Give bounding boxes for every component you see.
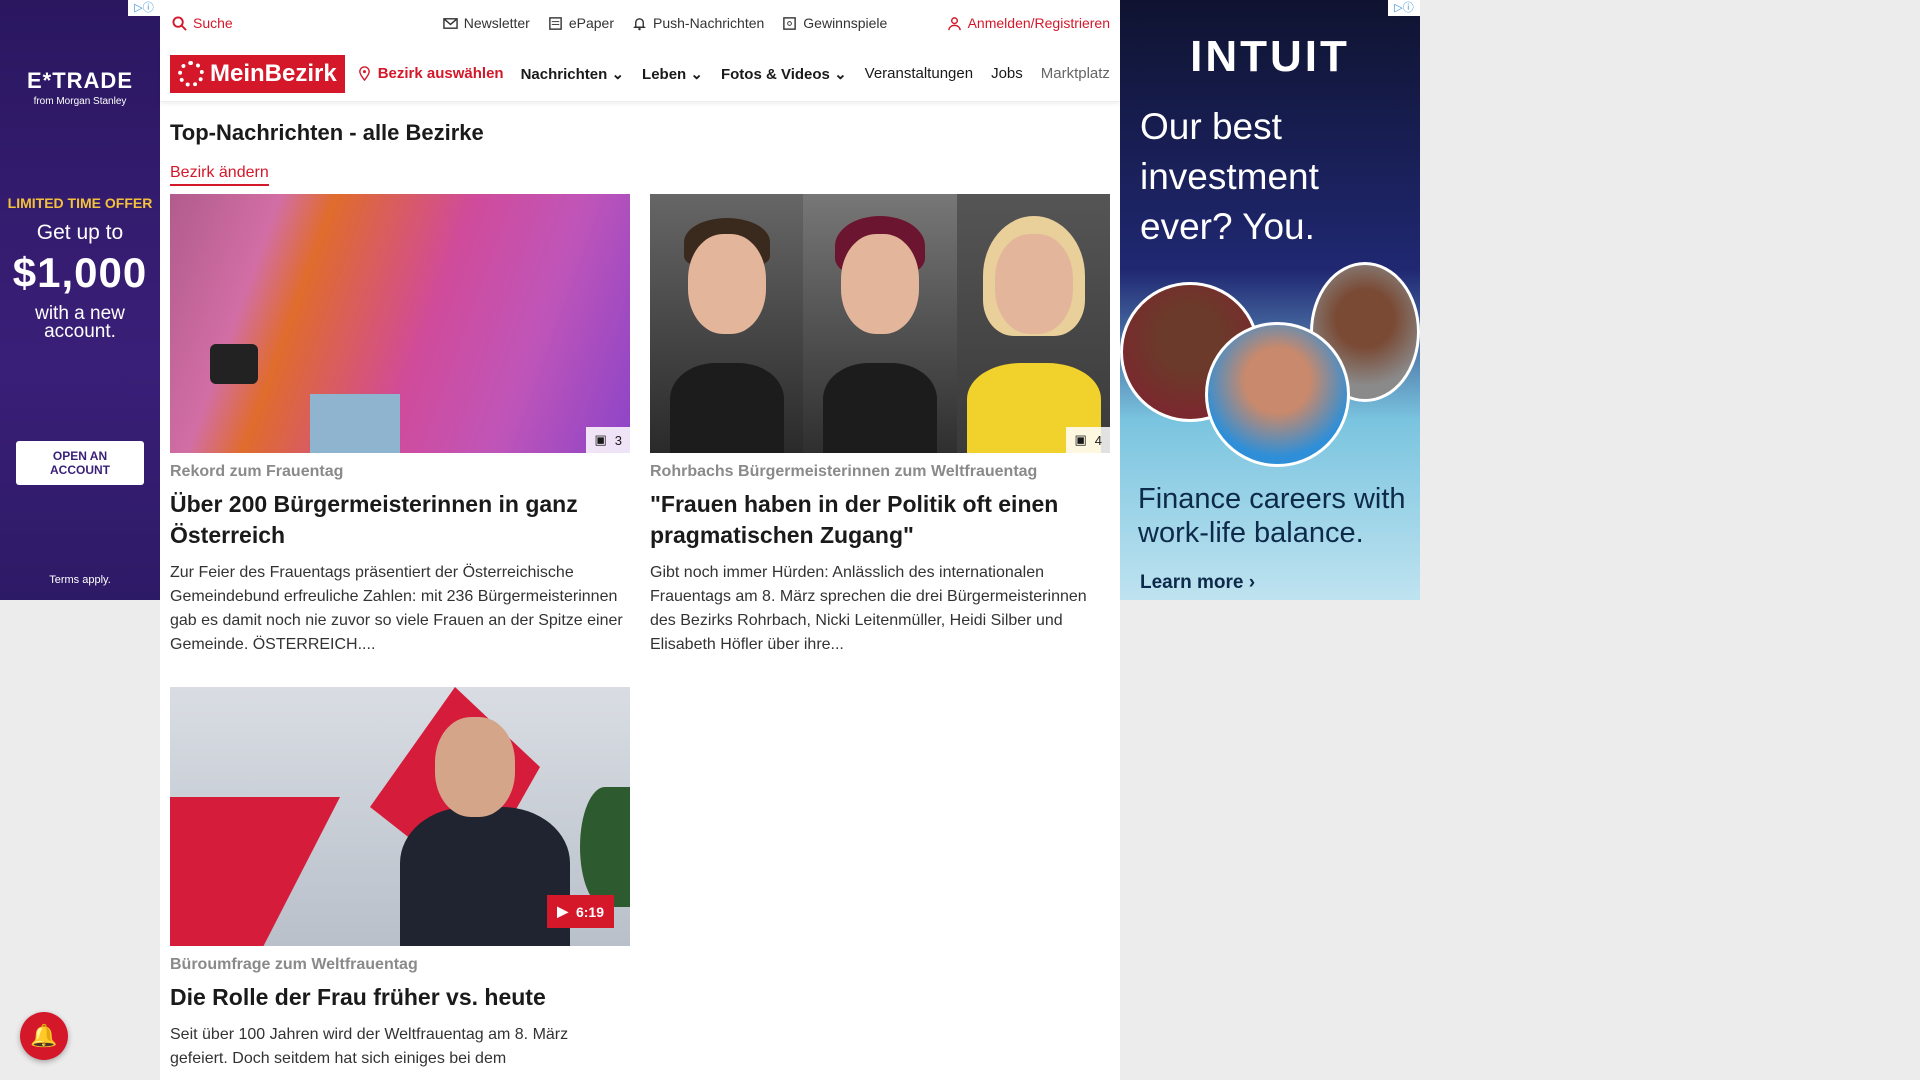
- login-link[interactable]: Anmelden/Registrieren: [947, 15, 1110, 31]
- article-headline[interactable]: Die Rolle der Frau früher vs. heute: [170, 982, 630, 1013]
- ad-terms: Terms apply.: [49, 574, 111, 586]
- nav-label: Nachrichten: [520, 65, 608, 83]
- gewinnspiele-label: Gewinnspiele: [803, 15, 888, 31]
- newsletter-label: Newsletter: [463, 15, 530, 31]
- logo-flower-icon: [178, 60, 204, 87]
- gallery-count: 3: [614, 432, 622, 448]
- ad-brand-sub: from Morgan Stanley: [33, 96, 127, 107]
- article-image[interactable]: ▣ 3: [170, 194, 630, 453]
- top-utility-bar: Suche Newsletter ePaper Push-Nachrichten…: [160, 0, 1120, 46]
- article-teaser: Gibt noch immer Hürden: Anlässlich des i…: [650, 564, 1087, 653]
- article-image[interactable]: ▣ 4: [650, 194, 1110, 453]
- newspaper-icon: [548, 16, 563, 31]
- nav-leben[interactable]: Leben ⌄: [642, 65, 703, 83]
- ad-subline: Finance careers with work-life balance.: [1138, 483, 1406, 549]
- article-card[interactable]: ▶ 6:19 Büroumfrage zum Weltfrauentag Die …: [170, 687, 630, 1071]
- portrait: [956, 194, 1110, 453]
- nav-nachrichten[interactable]: Nachrichten ⌄: [521, 65, 624, 83]
- search-link[interactable]: Suche: [172, 15, 233, 31]
- open-account-button[interactable]: OPEN AN ACCOUNT: [16, 441, 144, 485]
- notification-bell-button[interactable]: 🔔: [20, 1012, 68, 1060]
- search-icon: [172, 15, 187, 31]
- main-navbar: MeinBezirk Bezirk auswählen Nachrichten …: [160, 46, 1120, 102]
- push-link[interactable]: Push-Nachrichten: [632, 15, 764, 31]
- epaper-link[interactable]: ePaper: [548, 15, 614, 31]
- article-teaser: Seit über 100 Jahren wird der Weltfrauen…: [170, 1026, 569, 1067]
- bezirk-label: Bezirk auswählen: [377, 65, 504, 82]
- ad-right-banner[interactable]: ▷ⓘ INTUIT Our best investment ever? You.…: [1120, 0, 1420, 600]
- video-badge[interactable]: ▶ 6:19: [547, 895, 614, 928]
- nav-label: Leben: [642, 65, 687, 83]
- bezirk-select[interactable]: Bezirk auswählen: [357, 65, 504, 82]
- article-kicker: Rekord zum Frauentag: [170, 463, 344, 480]
- user-icon: [947, 16, 962, 31]
- chevron-down-icon: ⌄: [834, 65, 847, 83]
- page-title: Top-Nachrichten - alle Bezirke: [170, 120, 484, 145]
- jeans-shape: [310, 394, 400, 453]
- camera-shape: [210, 344, 258, 384]
- ad-offer: LIMITED TIME OFFER: [7, 195, 153, 211]
- ad-brand: INTUIT: [1190, 32, 1350, 81]
- gift-icon: [782, 16, 797, 31]
- chevron-down-icon: ⌄: [611, 65, 625, 83]
- bell-icon: 🔔: [30, 1023, 58, 1048]
- article-card[interactable]: ▣ 4 Rohrbachs Bürgermeisterinnen zum Welt…: [650, 194, 1110, 657]
- ad-amount: $1,000: [12, 249, 148, 296]
- image-gallery-icon: ▣: [594, 432, 607, 447]
- nav-links: Nachrichten ⌄ Leben ⌄ Fotos & Videos ⌄ V…: [521, 65, 1111, 83]
- newsletter-link[interactable]: Newsletter: [442, 15, 530, 31]
- gewinnspiele-link[interactable]: Gewinnspiele: [782, 15, 887, 31]
- gallery-badge: ▣ 3: [586, 427, 630, 453]
- mail-icon: [442, 16, 458, 31]
- image-gallery-icon: ▣: [1074, 432, 1087, 447]
- red-shape: [170, 797, 340, 946]
- ad-with-text: with a new account.: [35, 303, 125, 342]
- plant-shape: [580, 787, 630, 907]
- nav-label: Fotos & Videos: [720, 65, 830, 83]
- bell-icon: [632, 16, 647, 31]
- nav-jobs[interactable]: Jobs: [991, 65, 1023, 83]
- nav-fotos-videos[interactable]: Fotos & Videos ⌄: [721, 65, 847, 83]
- nav-marktplatz[interactable]: Marktplatz: [1041, 65, 1110, 83]
- adchoices-icon[interactable]: ▷ⓘ: [128, 0, 160, 16]
- location-pin-icon: [357, 66, 372, 82]
- article-kicker: Rohrbachs Bürgermeisterinnen zum Weltfra…: [650, 463, 1038, 480]
- ad-left-banner[interactable]: ▷ⓘ E*TRADE from Morgan Stanley LIMITED T…: [0, 0, 160, 600]
- person-shape: [400, 717, 570, 946]
- play-icon: ▶: [557, 903, 568, 919]
- login-label: Anmelden/Registrieren: [967, 15, 1110, 31]
- site-logo[interactable]: MeinBezirk: [170, 54, 345, 93]
- article-kicker: Büroumfrage zum Weltfrauentag: [170, 956, 418, 973]
- article-headline[interactable]: Über 200 Bürgermeisterinnen in ganz Öste…: [170, 489, 630, 551]
- article-headline[interactable]: "Frauen haben in der Politik oft einen p…: [650, 489, 1110, 551]
- learn-more-link[interactable]: Learn more ›: [1140, 572, 1420, 594]
- change-bezirk-link[interactable]: Bezirk ändern: [170, 164, 269, 186]
- logo-text: MeinBezirk: [210, 59, 337, 87]
- push-label: Push-Nachrichten: [653, 15, 765, 31]
- portrait: [650, 194, 804, 453]
- video-duration: 6:19: [575, 903, 604, 920]
- epaper-label: ePaper: [568, 15, 614, 31]
- article-card[interactable]: ▣ 3 Rekord zum Frauentag Über 200 Bürgerm…: [170, 194, 630, 657]
- gallery-badge: ▣ 4: [1066, 427, 1110, 453]
- ad-brand: E*TRADE: [26, 68, 133, 93]
- gallery-count: 4: [1094, 432, 1102, 448]
- portrait: [803, 194, 957, 453]
- ad-people-image: [1120, 262, 1420, 467]
- article-teaser: Zur Feier des Frauentags präsentiert der…: [170, 564, 623, 653]
- article-image[interactable]: ▶ 6:19: [170, 687, 630, 946]
- nav-veranstaltungen[interactable]: Veranstaltungen: [865, 65, 973, 83]
- ad-get-text: Get up to: [36, 221, 124, 244]
- main-content: Suche Newsletter ePaper Push-Nachrichten…: [160, 0, 1120, 1080]
- chevron-down-icon: ⌄: [690, 65, 703, 83]
- article-grid: ▣ 3 Rekord zum Frauentag Über 200 Bürgerm…: [170, 194, 1110, 1071]
- search-label: Suche: [193, 15, 233, 31]
- adchoices-icon[interactable]: ▷ⓘ: [1388, 0, 1420, 16]
- ad-headline: Our best investment ever? You.: [1140, 106, 1319, 247]
